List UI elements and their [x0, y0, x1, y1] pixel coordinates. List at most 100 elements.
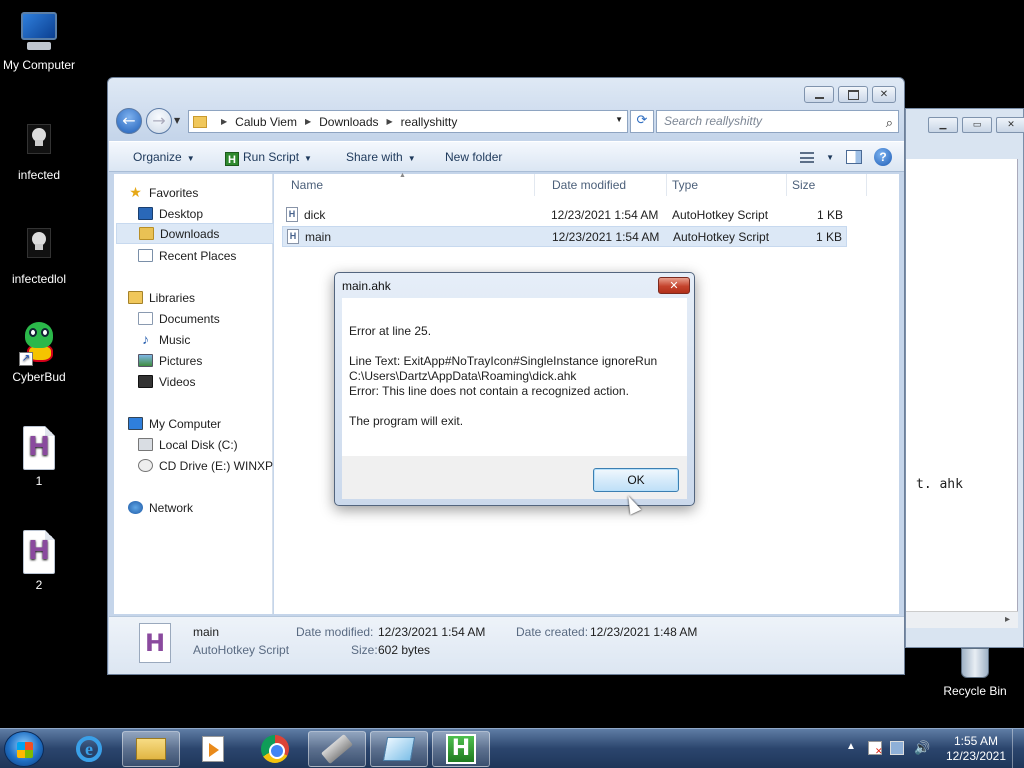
details-pane: H main AutoHotkey Script Date modified: …	[109, 616, 904, 674]
search-placeholder: Search reallyshitty	[664, 114, 763, 128]
column-divider[interactable]	[866, 174, 867, 196]
details-size-label: Size:	[351, 643, 378, 657]
recent-pages-dropdown-icon[interactable]: ▼	[174, 116, 180, 125]
taskbar-app-autohotkey[interactable]: H	[432, 731, 490, 767]
videos-icon	[138, 375, 153, 388]
nav-network[interactable]: Network	[128, 497, 286, 518]
chevron-right-icon[interactable]: ▶	[305, 117, 311, 126]
nav-local-disk[interactable]: Local Disk (C:)	[138, 434, 296, 455]
desktop-icon-my-computer[interactable]: My Computer	[0, 10, 78, 72]
volume-icon[interactable]: 🔊	[914, 741, 930, 755]
change-view-icon[interactable]	[800, 151, 815, 163]
desktop-icon-recycle-bin[interactable]: Recycle Bin	[940, 648, 1010, 698]
nav-recent-places[interactable]: Recent Places	[138, 245, 296, 266]
help-icon[interactable]: ?	[874, 148, 892, 166]
dialog-close-button[interactable]: ✕	[658, 277, 690, 294]
nav-favorites[interactable]: ★ Favorites	[128, 182, 286, 203]
taskbar-app-usb[interactable]	[308, 731, 366, 767]
taskbar-app-media[interactable]	[184, 731, 242, 767]
breadcrumb-item[interactable]: Calub Viem	[235, 115, 297, 129]
desktop-icon-infected[interactable]: infected	[0, 120, 78, 182]
text-document-area[interactable]: t. ahk	[906, 159, 1018, 611]
file-date: 12/23/2021 1:54 AM	[551, 208, 659, 222]
details-date-created-label: Date created:	[516, 625, 589, 639]
desktop-icon-label: Recycle Bin	[943, 684, 1007, 698]
nav-downloads[interactable]: Downloads	[116, 223, 274, 244]
chevron-down-icon[interactable]: ▼	[826, 153, 834, 162]
desktop-icon-2[interactable]: H 2	[0, 530, 78, 592]
minimize-button[interactable]	[804, 86, 834, 103]
nav-documents[interactable]: Documents	[138, 308, 296, 329]
taskbar-app-chrome[interactable]	[246, 731, 304, 767]
minimize-button[interactable]: ▁	[928, 117, 958, 133]
action-center-icon[interactable]	[868, 741, 883, 757]
column-header-name[interactable]: Name	[291, 178, 323, 192]
close-button[interactable]: ✕	[996, 117, 1024, 133]
chevron-right-icon[interactable]: ▶	[387, 117, 393, 126]
run-script-button[interactable]: H Run Script ▼	[225, 150, 312, 166]
network-icon[interactable]	[890, 741, 904, 755]
organize-button[interactable]: Organize ▼	[133, 150, 195, 164]
close-button[interactable]: ✕	[872, 86, 896, 103]
file-row[interactable]: H main 12/23/2021 1:54 AM AutoHotkey Scr…	[282, 226, 847, 247]
address-dropdown-icon[interactable]: ▼	[615, 115, 623, 124]
column-header-size[interactable]: Size	[792, 178, 815, 192]
address-bar[interactable]: ▶ Calub Viem ▶ Downloads ▶ reallyshitty …	[188, 110, 628, 133]
column-header-date-modified[interactable]: Date modified	[552, 178, 626, 192]
details-date-modified-label: Date modified:	[296, 625, 374, 639]
breadcrumb-item[interactable]: reallyshitty	[401, 115, 458, 129]
search-input[interactable]: Search reallyshitty ⌕	[656, 110, 899, 133]
clock[interactable]: 1:55 AM 12/23/2021	[942, 734, 1010, 764]
taskbar-app-explorer[interactable]	[122, 731, 180, 767]
nav-my-computer[interactable]: My Computer	[128, 413, 286, 434]
forward-button[interactable]: →	[146, 108, 172, 134]
desktop-icon-label: infectedlol	[11, 272, 67, 286]
dialog-footer: OK	[342, 456, 687, 499]
maximize-button[interactable]	[838, 86, 868, 103]
ahk-file-icon: H	[286, 207, 298, 222]
scroll-right-icon[interactable]: ▸	[1005, 614, 1010, 625]
show-desktop-button[interactable]	[1012, 729, 1024, 768]
nav-pictures[interactable]: Pictures	[138, 350, 296, 371]
desktop-icon-label: CyberBud	[12, 370, 66, 384]
share-with-button[interactable]: Share with ▼	[346, 150, 416, 164]
dialog-title: main.ahk	[342, 279, 391, 293]
breadcrumb-item[interactable]: Downloads	[319, 115, 378, 129]
nav-desktop[interactable]: Desktop	[138, 203, 296, 224]
computer-icon	[128, 417, 143, 430]
computer-icon	[17, 10, 61, 54]
desktop-icon-infectedlol[interactable]: infectedlol	[0, 224, 78, 286]
nav-videos[interactable]: Videos	[138, 371, 296, 392]
file-date: 12/23/2021 1:54 AM	[552, 230, 660, 244]
skull-icon	[17, 224, 61, 268]
clock-date: 12/23/2021	[945, 749, 1007, 763]
column-header-type[interactable]: Type	[672, 178, 698, 192]
horizontal-scrollbar[interactable]: ▸	[906, 611, 1018, 628]
nav-music[interactable]: ♪ Music	[138, 329, 296, 350]
show-hidden-icons-icon[interactable]: ▲	[846, 741, 856, 752]
search-icon[interactable]: ⌕	[886, 112, 893, 133]
refresh-button[interactable]: ⟳	[630, 110, 654, 133]
taskbar-app-notepad[interactable]	[370, 731, 428, 767]
ok-button[interactable]: OK	[593, 468, 679, 492]
chevron-right-icon[interactable]: ▶	[221, 117, 227, 126]
maximize-button[interactable]: ▭	[962, 117, 992, 133]
background-window[interactable]: ▁ ▭ ✕ t. ahk ▸	[905, 108, 1024, 648]
desktop-icon-1[interactable]: H 1	[0, 426, 78, 488]
taskbar-app-ie[interactable]: e	[60, 731, 118, 767]
start-button[interactable]	[4, 731, 44, 767]
preview-pane-icon[interactable]	[846, 150, 862, 164]
desktop-icon-cyberbud[interactable]: ↗ CyberBud	[0, 322, 78, 384]
column-divider[interactable]	[786, 174, 787, 196]
column-divider[interactable]	[666, 174, 667, 196]
column-divider[interactable]	[534, 174, 535, 196]
nav-cd-drive[interactable]: CD Drive (E:) WINXP	[138, 455, 278, 476]
error-dialog[interactable]: main.ahk ✕ Error at line 25. Line Text: …	[334, 272, 695, 506]
back-button[interactable]: ←	[116, 108, 142, 134]
file-row[interactable]: H dick 12/23/2021 1:54 AM AutoHotkey Scr…	[282, 205, 847, 226]
new-folder-button[interactable]: New folder	[445, 150, 502, 164]
details-date-created: 12/23/2021 1:48 AM	[590, 625, 698, 639]
nav-libraries[interactable]: Libraries	[128, 287, 286, 308]
autohotkey-icon: H	[446, 734, 476, 764]
skull-icon	[17, 120, 61, 164]
